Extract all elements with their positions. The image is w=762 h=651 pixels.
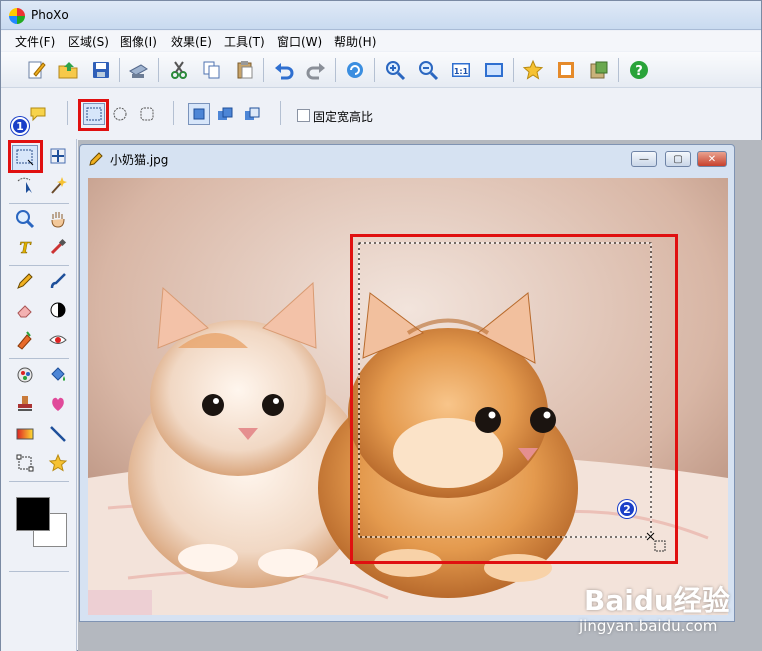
highlight-rect-tool: [8, 140, 43, 173]
step-badge-2: 2: [618, 500, 636, 518]
menu-help[interactable]: 帮助(H): [334, 33, 376, 50]
stamp-tool[interactable]: [12, 391, 38, 417]
move-tool[interactable]: [45, 143, 71, 169]
svg-text:?: ?: [635, 64, 643, 79]
menu-region[interactable]: 区域(S): [68, 33, 109, 50]
line-tool[interactable]: [45, 421, 71, 447]
close-button[interactable]: ✕: [697, 151, 727, 167]
magic-wand-tool[interactable]: [45, 172, 71, 198]
svg-text:1:1: 1:1: [454, 67, 469, 76]
undo-icon[interactable]: [271, 57, 297, 83]
step-badge-1: 1: [11, 117, 29, 135]
menu-window[interactable]: 窗口(W): [277, 33, 322, 50]
favorite-star-icon[interactable]: [520, 57, 546, 83]
zoom-tool[interactable]: [12, 206, 38, 232]
help-icon[interactable]: ?: [626, 57, 652, 83]
shape-star-tool[interactable]: [45, 450, 71, 476]
watermark-brand: Baidu经验: [584, 584, 730, 617]
copy-icon[interactable]: [199, 57, 225, 83]
title-bar: PhoXo: [1, 1, 761, 30]
document-title: 小奶猫.jpg: [110, 153, 169, 167]
tool-palette: T: [1, 139, 77, 651]
foreground-color-swatch[interactable]: [16, 497, 50, 531]
gradient-tool[interactable]: [12, 421, 38, 447]
fixed-ratio-checkbox[interactable]: [297, 109, 310, 122]
window-title: PhoXo: [31, 8, 69, 22]
fill-bucket-tool[interactable]: [45, 362, 71, 388]
ellipse-select-mode-button[interactable]: [112, 106, 128, 122]
clone-tool[interactable]: [12, 327, 38, 353]
menu-bar: 文件(F) 区域(S) 图像(I) 效果(E) 工具(T) 窗口(W) 帮助(H…: [1, 31, 761, 51]
svg-text:T: T: [19, 239, 32, 257]
frame-icon[interactable]: [553, 57, 579, 83]
app-logo-icon: [9, 8, 25, 24]
hand-tool[interactable]: [45, 206, 71, 232]
main-toolbar: 1:1 ?: [1, 52, 761, 88]
maximize-button[interactable]: ▢: [665, 151, 691, 167]
redo-icon[interactable]: [303, 57, 329, 83]
menu-effects[interactable]: 效果(E): [171, 33, 212, 50]
minimize-button[interactable]: —: [631, 151, 657, 167]
fit-window-icon[interactable]: [481, 57, 507, 83]
subtract-selection-button[interactable]: [244, 106, 260, 122]
save-icon[interactable]: [88, 57, 114, 83]
fixed-ratio-label: 固定宽高比: [313, 110, 374, 124]
export-icon[interactable]: [586, 57, 612, 83]
scan-icon[interactable]: [125, 57, 151, 83]
watermark-url: jingyan.baidu.com: [579, 617, 718, 635]
document-pencil-icon: [88, 151, 104, 167]
zoom-out-icon[interactable]: [415, 57, 441, 83]
text-tool[interactable]: T: [12, 234, 38, 260]
rounded-select-mode-button[interactable]: [139, 106, 155, 122]
new-file-icon[interactable]: [23, 57, 49, 83]
eyedropper-tool[interactable]: [45, 234, 71, 260]
brush-tool[interactable]: [45, 268, 71, 294]
transform-tool[interactable]: [12, 450, 38, 476]
paste-icon[interactable]: [232, 57, 258, 83]
actual-size-icon[interactable]: 1:1: [448, 57, 474, 83]
refresh-icon[interactable]: [342, 57, 368, 83]
color-replace-tool[interactable]: [12, 362, 38, 388]
contrast-tool[interactable]: [45, 297, 71, 323]
options-bar: 固定宽高比: [1, 89, 761, 139]
cut-icon[interactable]: [166, 57, 192, 83]
menu-image[interactable]: 图像(I): [120, 33, 157, 50]
menu-file[interactable]: 文件(F): [15, 33, 55, 50]
new-selection-button[interactable]: [188, 103, 210, 125]
add-selection-button[interactable]: [217, 106, 233, 122]
red-eye-tool[interactable]: [45, 327, 71, 353]
pencil-tool[interactable]: [12, 268, 38, 294]
highlight-rect-mode: [78, 99, 109, 131]
zoom-in-icon[interactable]: [382, 57, 408, 83]
open-folder-icon[interactable]: [55, 57, 81, 83]
app-window: PhoXo 文件(F) 区域(S) 图像(I) 效果(E) 工具(T) 窗口(W…: [0, 0, 762, 651]
lasso-select-tool[interactable]: [12, 172, 38, 198]
tooltip-icon[interactable]: [29, 106, 47, 122]
menu-tools[interactable]: 工具(T): [224, 33, 265, 50]
eraser-tool[interactable]: [12, 297, 38, 323]
heal-tool[interactable]: [45, 391, 71, 417]
